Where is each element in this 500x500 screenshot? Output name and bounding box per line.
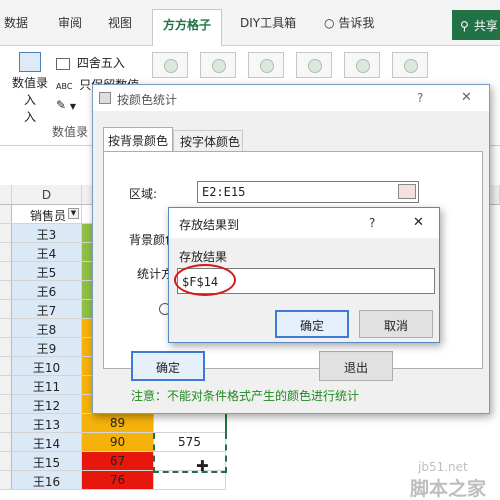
row-header[interactable]	[0, 395, 12, 414]
cell-salesperson[interactable]: 王8	[12, 319, 82, 338]
ok-button[interactable]: 确定	[131, 351, 205, 381]
cell-result[interactable]	[154, 471, 226, 490]
tab-diy-toolbox[interactable]: DIY工具箱	[240, 14, 296, 31]
column-header-blank	[0, 185, 12, 205]
column-header-d[interactable]: D	[12, 185, 82, 205]
cell-salesperson[interactable]: 王9	[12, 338, 82, 357]
cell-score[interactable]: 89	[82, 414, 154, 433]
tell-me-label: 告诉我	[338, 16, 375, 30]
round-button[interactable]: 四舍五入	[56, 54, 125, 70]
round-label: 四舍五入	[76, 56, 125, 70]
header-cell-salesperson[interactable]: 销售员 ▼	[12, 205, 82, 224]
row-header[interactable]	[0, 433, 12, 452]
copy-selection-border	[153, 433, 227, 473]
edit-icon-button[interactable]: ✎ ▼	[56, 98, 76, 112]
red-annotation-circle	[174, 264, 236, 296]
tell-me-box[interactable]: ○ 告诉我	[324, 14, 374, 31]
close-icon[interactable]: ✕	[461, 90, 472, 105]
store-dialog-title-bar: 存放结果到 ? ✕	[169, 208, 439, 238]
data-entry-button[interactable]: 数值录入 入	[8, 50, 52, 124]
abc-icon: ABC	[56, 82, 73, 90]
data-entry-icon	[19, 52, 41, 72]
store-result-dialog: 存放结果到 ? ✕ 存放结果 $F$14 确定 取消	[168, 207, 440, 343]
color-button-5[interactable]	[344, 52, 380, 78]
cell-salesperson[interactable]: 王16	[12, 471, 82, 490]
row-header[interactable]	[0, 471, 12, 490]
range-field[interactable]: E2:E15	[197, 181, 419, 203]
watermark-site: jb51.net	[418, 460, 468, 474]
warning-note: 注意：不能对条件格式产生的颜色进行统计	[131, 389, 360, 403]
dialog-title-bar: 按颜色统计 ? ✕	[93, 85, 489, 111]
color-button-4[interactable]	[296, 52, 332, 78]
cell-salesperson[interactable]: 王10	[12, 357, 82, 376]
share-label: 共享	[473, 19, 498, 33]
cell-salesperson[interactable]: 王5	[12, 262, 82, 281]
dialog-title: 按颜色统计	[117, 93, 178, 107]
share-button[interactable]: ⚲ 共享	[452, 10, 500, 40]
row-header[interactable]	[0, 205, 12, 224]
cell-result[interactable]	[154, 414, 226, 433]
row-header[interactable]	[0, 300, 12, 319]
cell-salesperson[interactable]: 王3	[12, 224, 82, 243]
cursor-crosshair-icon: ✚	[196, 457, 209, 475]
cell-salesperson[interactable]: 王4	[12, 243, 82, 262]
range-picker-icon[interactable]	[398, 184, 416, 199]
tab-background-color[interactable]: 按背景颜色	[103, 127, 173, 151]
data-entry-label: 数值录入	[11, 76, 48, 107]
store-cancel-button[interactable]: 取消	[359, 310, 433, 338]
row-header[interactable]	[0, 243, 12, 262]
cell-salesperson[interactable]: 王7	[12, 300, 82, 319]
exit-button[interactable]: 退出	[319, 351, 393, 381]
row-header[interactable]	[0, 452, 12, 471]
tab-data[interactable]: 数据	[4, 14, 28, 31]
cell-salesperson[interactable]: 王12	[12, 395, 82, 414]
edit-icon: ✎	[56, 98, 67, 112]
row-header[interactable]	[0, 319, 12, 338]
app-icon	[99, 92, 111, 104]
store-help-button[interactable]: ?	[369, 216, 375, 230]
data-entry-sublabel: 入	[23, 110, 36, 124]
color-button-1[interactable]	[152, 52, 188, 78]
store-close-icon[interactable]: ✕	[413, 215, 424, 230]
header-cell-text: 销售员	[30, 209, 67, 223]
cell-score[interactable]: 67	[82, 452, 154, 471]
tab-view[interactable]: 视图	[108, 14, 132, 31]
help-button[interactable]: ?	[417, 91, 423, 105]
cell-score[interactable]: 76	[82, 471, 154, 490]
color-button-3[interactable]	[248, 52, 284, 78]
tab-font-color[interactable]: 按字体颜色	[173, 130, 243, 151]
store-field-label: 存放结果	[179, 250, 228, 264]
color-button-6[interactable]	[392, 52, 428, 78]
cell-score[interactable]: 90	[82, 433, 154, 452]
round-icon	[56, 57, 70, 70]
store-dialog-title: 存放结果到	[179, 218, 240, 232]
range-label: 区域:	[129, 187, 158, 201]
tab-fangfanggezi[interactable]: 方方格子	[152, 9, 223, 47]
chevron-down-icon: ▼	[69, 102, 77, 111]
cell-salesperson[interactable]: 王6	[12, 281, 82, 300]
watermark-logo: jb51.net 脚本之家	[376, 420, 500, 500]
tab-review[interactable]: 审阅	[58, 14, 82, 31]
ribbon-group-label: 数值录	[52, 125, 89, 139]
row-header[interactable]	[0, 376, 12, 395]
row-header[interactable]	[0, 414, 12, 433]
row-header[interactable]	[0, 357, 12, 376]
row-header[interactable]	[0, 281, 12, 300]
cell-salesperson[interactable]: 王15	[12, 452, 82, 471]
ribbon-tab-bar: 数据 审阅 视图 方方格子 DIY工具箱 ○ 告诉我 ⚲ 共享	[0, 0, 500, 47]
cell-salesperson[interactable]: 王11	[12, 376, 82, 395]
range-value: E2:E15	[202, 185, 246, 199]
watermark-name: 脚本之家	[410, 478, 487, 500]
cell-salesperson[interactable]: 王13	[12, 414, 82, 433]
store-ok-button[interactable]: 确定	[275, 310, 349, 338]
row-header[interactable]	[0, 262, 12, 281]
person-add-icon: ⚲	[460, 19, 469, 33]
row-header[interactable]	[0, 224, 12, 243]
lightbulb-icon: ○	[324, 16, 335, 30]
row-header[interactable]	[0, 338, 12, 357]
color-button-2[interactable]	[200, 52, 236, 78]
cell-salesperson[interactable]: 王14	[12, 433, 82, 452]
filter-dropdown-icon[interactable]: ▼	[68, 208, 79, 219]
